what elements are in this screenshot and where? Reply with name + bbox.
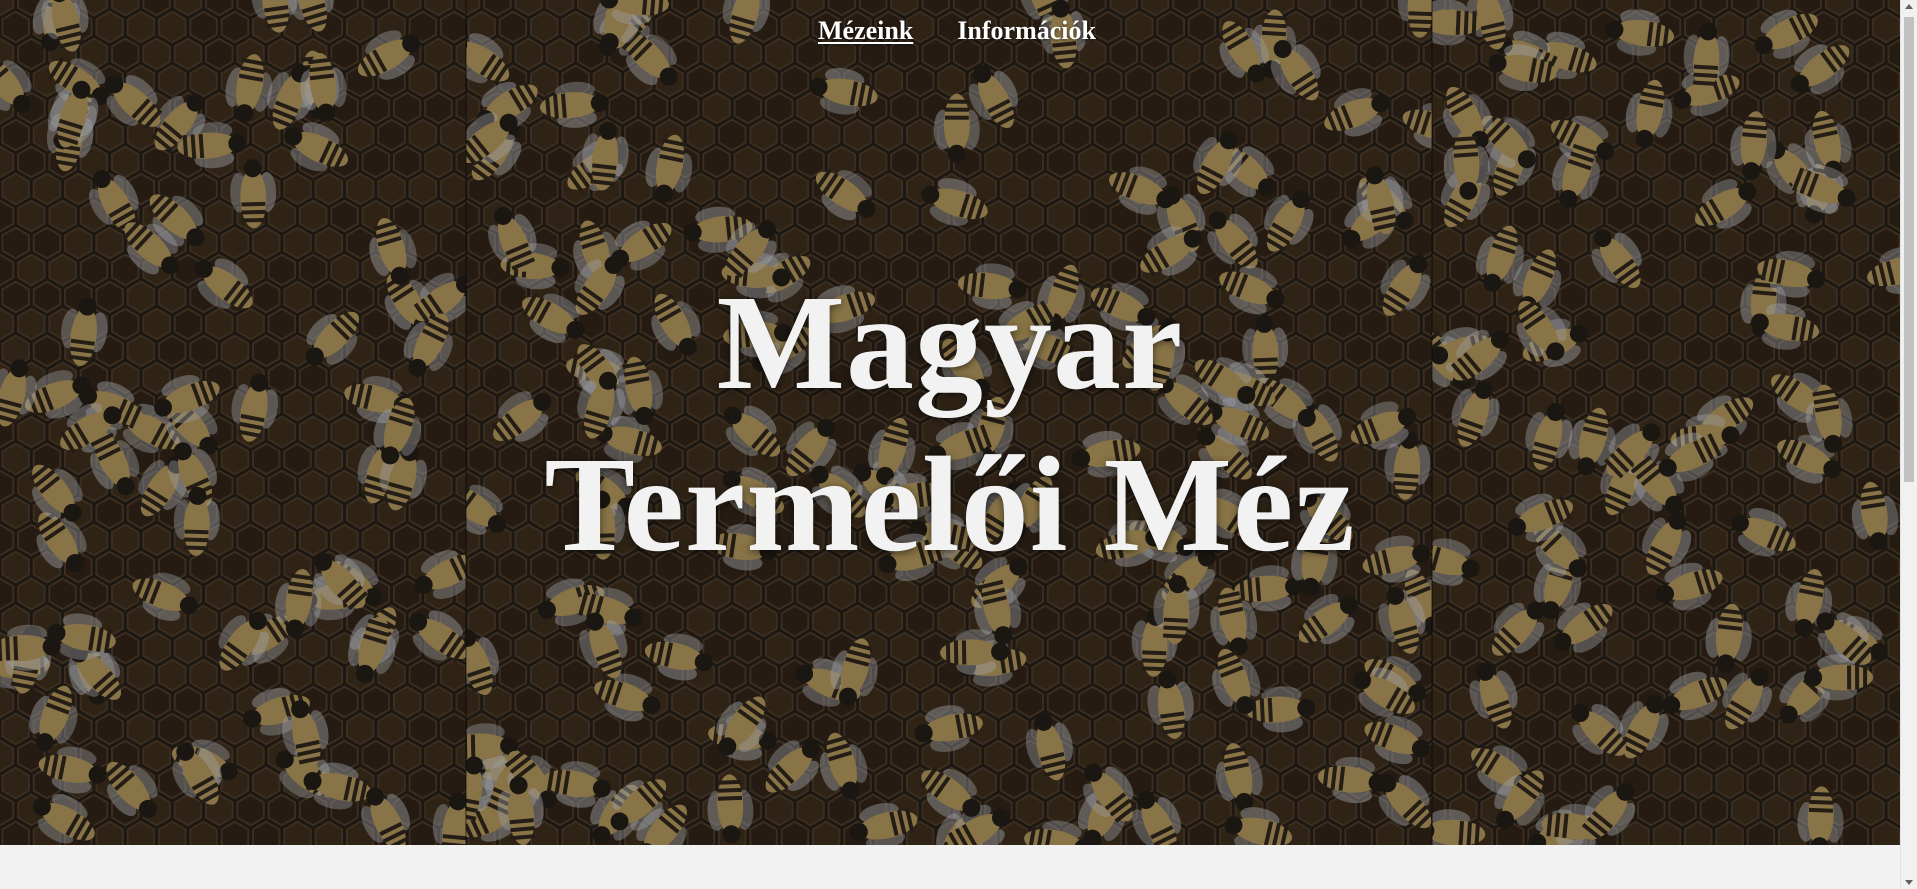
scroll-up-arrow-icon[interactable] bbox=[1905, 4, 1913, 9]
hero-title: Magyar Termelői Méz bbox=[0, 262, 1900, 586]
page-content-area bbox=[0, 845, 1900, 889]
nav-link-informaciok[interactable]: Információk bbox=[957, 16, 1096, 46]
hero-title-line2: Termelői Méz bbox=[544, 430, 1356, 580]
page-viewport: Mézeink Információk Magyar Termelői Méz bbox=[0, 0, 1917, 889]
hero-title-line1: Magyar bbox=[716, 268, 1184, 418]
main-nav: Mézeink Információk bbox=[0, 16, 1900, 46]
scroll-down-arrow-icon[interactable] bbox=[1905, 880, 1913, 885]
scrollbar-thumb[interactable] bbox=[1904, 17, 1914, 482]
hero-banner: Mézeink Információk Magyar Termelői Méz bbox=[0, 0, 1900, 845]
vertical-scrollbar[interactable] bbox=[1900, 0, 1917, 889]
nav-link-mezeink[interactable]: Mézeink bbox=[818, 16, 913, 46]
